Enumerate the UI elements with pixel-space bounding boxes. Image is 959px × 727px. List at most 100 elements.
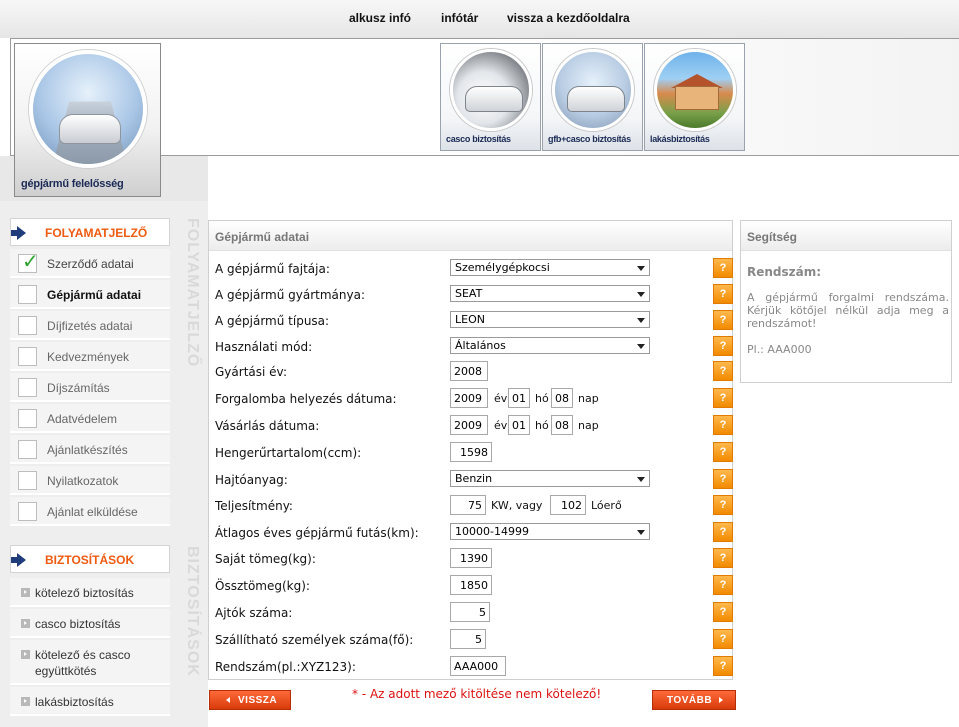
purchase-day-input[interactable]: 08 (551, 415, 573, 435)
insurance-item-casco[interactable]: casco biztosítás (10, 609, 170, 638)
casco-car-image (450, 49, 532, 131)
bullet-arrow-icon (21, 619, 30, 628)
field-label: Ajtók száma: (215, 606, 293, 620)
help-button[interactable]: ? (713, 361, 733, 381)
engine-capacity-input[interactable]: 1598 (450, 442, 492, 462)
nav-link-infotar[interactable]: infótár (441, 11, 478, 25)
unit-nap: nap (578, 392, 599, 405)
insurance-item-kotelezo-casco[interactable]: kötelező és casco együttkötés (10, 640, 170, 685)
progress-item-adatvedelem[interactable]: Adatvédelem (10, 404, 170, 433)
help-button[interactable]: ? (713, 469, 733, 489)
back-button[interactable]: VISSZA (209, 690, 291, 710)
help-title: Segítség (747, 230, 798, 244)
vehicle-type-select[interactable]: Személygépkocsi (450, 259, 650, 276)
field-label: Rendszám(pl.:XYZ123): (215, 660, 356, 674)
help-button[interactable]: ? (713, 656, 733, 676)
checkbox (18, 409, 37, 428)
purchase-year-input[interactable]: 2009 (450, 415, 488, 435)
unit-nap: nap (578, 419, 599, 432)
dropdown-arrow-icon (637, 292, 645, 297)
tile-label: lakásbiztosítás (650, 134, 710, 144)
production-year-input[interactable]: 2008 (450, 361, 488, 381)
registration-month-input[interactable]: 01 (508, 388, 530, 408)
row-gyartmany: A gépjármű gyártmánya: SEAT ? (215, 284, 733, 306)
gfb-car-image (552, 49, 634, 131)
help-button[interactable]: ? (713, 388, 733, 408)
help-button[interactable]: ? (713, 336, 733, 356)
doors-input[interactable]: 5 (450, 602, 490, 622)
next-button-label: TOVÁBB (667, 695, 713, 706)
field-label: Hengerűrtartalom(ccm): (215, 446, 362, 460)
progress-item-nyilatkozatok[interactable]: Nyilatkozatok (10, 466, 170, 495)
help-button[interactable]: ? (713, 442, 733, 462)
help-button[interactable]: ? (713, 602, 733, 622)
power-hp-input[interactable]: 102 (550, 495, 586, 515)
row-forgalomba: Forgalomba helyezés dátuma: 2009 év 01 h… (215, 388, 733, 410)
gross-weight-input[interactable]: 1850 (450, 575, 492, 595)
passengers-input[interactable]: 5 (450, 629, 486, 649)
progress-item-label: Nyilatkozatok (47, 474, 119, 488)
plate-number-input[interactable]: AAA000 (450, 656, 506, 676)
help-button[interactable]: ? (713, 415, 733, 435)
checkbox (18, 440, 37, 459)
nav-link-alkusz-info[interactable]: alkusz infó (349, 11, 411, 25)
tile-casco[interactable]: casco biztosítás (440, 43, 541, 151)
manufacturer-select[interactable]: SEAT (450, 285, 650, 302)
help-button[interactable]: ? (713, 258, 733, 278)
help-button[interactable]: ? (713, 284, 733, 304)
back-button-label: VISSZA (238, 695, 278, 706)
nav-link-home[interactable]: vissza a kezdőoldalra (507, 11, 630, 25)
progress-item-kedvezmenyek[interactable]: Kedvezmények (10, 342, 170, 371)
next-button[interactable]: TOVÁBB (652, 690, 736, 710)
field-label: Hajtóanyag: (215, 473, 288, 487)
curb-weight-input[interactable]: 1390 (450, 548, 492, 568)
arrow-left-icon (226, 697, 230, 703)
help-button[interactable]: ? (713, 310, 733, 330)
car-road-image (29, 50, 147, 168)
help-button[interactable]: ? (713, 548, 733, 568)
row-vasarlas: Vásárlás dátuma: 2009 év 01 hó 08 nap ? (215, 415, 733, 437)
progress-item-label: Szerződő adatai (47, 257, 134, 271)
checkmark-icon: ✓ (22, 249, 39, 273)
annual-mileage-select[interactable]: 10000-14999 (450, 523, 650, 540)
checkbox (18, 347, 37, 366)
help-heading: Rendszám: (747, 265, 822, 279)
usage-mode-select[interactable]: Általános (450, 337, 650, 354)
field-label: A gépjármű gyártmánya: (215, 288, 366, 302)
selected-value: Benzin (455, 472, 493, 485)
registration-day-input[interactable]: 08 (551, 388, 573, 408)
checkbox (18, 471, 37, 490)
fuel-select[interactable]: Benzin (450, 470, 650, 487)
field-label: A gépjármű típusa: (215, 314, 330, 328)
row-rendszam: Rendszám(pl.:XYZ123): AAA000 ? (215, 656, 733, 678)
progress-item-dijszamitas[interactable]: Díjszámítás (10, 373, 170, 402)
purchase-month-input[interactable]: 01 (508, 415, 530, 435)
help-button[interactable]: ? (713, 629, 733, 649)
field-label: Saját tömeg(kg): (215, 552, 316, 566)
help-panel: Segítség Rendszám: A gépjármű forgalmi r… (740, 220, 952, 383)
selected-value: LEON (455, 313, 485, 326)
help-button[interactable]: ? (713, 495, 733, 515)
progress-item-szerzodo[interactable]: ✓ Szerződő adatai (10, 249, 170, 278)
tile-lakas[interactable]: lakásbiztosítás (644, 43, 745, 151)
insurance-item-lakas[interactable]: lakásbiztosítás (10, 687, 170, 716)
registration-year-input[interactable]: 2009 (450, 388, 488, 408)
tile-gepjarmu-felelosseg[interactable]: gépjármű felelősség (14, 43, 161, 197)
power-kw-input[interactable]: 75 (450, 495, 486, 515)
unit-loero: Lóerő (591, 499, 622, 512)
sidebar: FOLYAMATJELZŐ FOLYAMATJELZŐ ✓ Szerződő a… (0, 156, 208, 727)
progress-item-ajanlatkeszites[interactable]: Ajánlatkészítés (10, 435, 170, 464)
help-button[interactable]: ? (713, 575, 733, 595)
model-select[interactable]: LEON (450, 311, 650, 328)
row-ossztomeg: Össztömeg(kg): 1850 ? (215, 575, 733, 597)
selected-value: 10000-14999 (455, 525, 529, 538)
progress-item-ajanlat-elkuldese[interactable]: Ajánlat elküldése (10, 497, 170, 526)
field-label: Használati mód: (215, 340, 313, 354)
tile-gfb-casco[interactable]: gfb+casco biztosítás (542, 43, 643, 151)
progress-item-dijfizetes[interactable]: Díjfizetés adatai (10, 311, 170, 340)
progress-item-label: Kedvezmények (47, 350, 130, 364)
bullet-arrow-icon (21, 650, 30, 659)
insurance-item-kotelezo[interactable]: kötelező biztosítás (10, 578, 170, 607)
help-button[interactable]: ? (713, 522, 733, 542)
progress-item-gepjarmu[interactable]: Gépjármű adatai (10, 280, 170, 309)
